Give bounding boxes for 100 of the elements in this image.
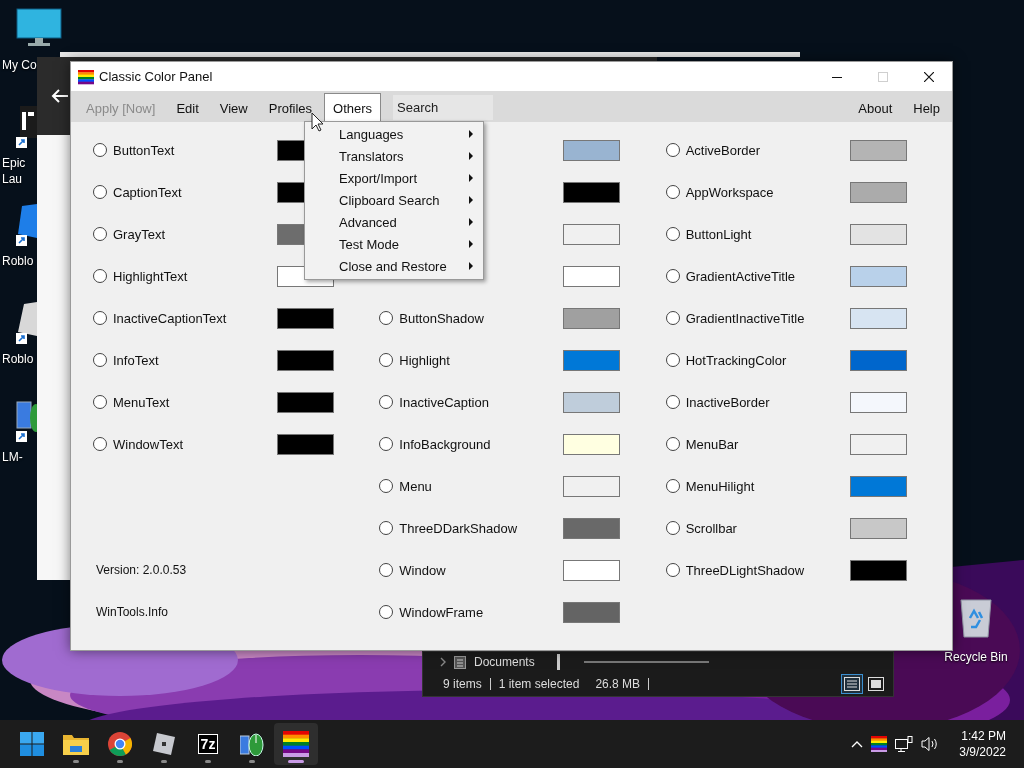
radio-button[interactable] bbox=[379, 479, 394, 493]
menu-item[interactable]: Help bbox=[904, 93, 949, 122]
color-swatch[interactable] bbox=[849, 475, 907, 497]
menu-item[interactable]: Test Mode bbox=[305, 233, 483, 255]
recycle-bin-icon[interactable] bbox=[958, 596, 994, 638]
rainbow-flag-icon[interactable] bbox=[871, 736, 888, 752]
color-swatch[interactable] bbox=[563, 307, 621, 329]
monitor-icon[interactable] bbox=[16, 8, 62, 48]
color-swatch[interactable] bbox=[563, 433, 621, 455]
menu-item[interactable]: Advanced bbox=[305, 211, 483, 233]
chevron-up-icon[interactable] bbox=[851, 740, 864, 748]
clock-date[interactable]: 3/9/2022 bbox=[959, 744, 1006, 760]
color-swatch[interactable] bbox=[563, 601, 621, 623]
color-swatch[interactable] bbox=[277, 433, 334, 455]
color-swatch[interactable] bbox=[563, 517, 621, 539]
radio-button[interactable] bbox=[379, 311, 394, 325]
radio-button[interactable] bbox=[665, 437, 680, 451]
website-text: WinTools.Info bbox=[95, 604, 170, 621]
radio-button[interactable] bbox=[665, 227, 680, 241]
menu-item[interactable]: Translators bbox=[305, 145, 483, 167]
radio-button[interactable] bbox=[665, 521, 680, 535]
color-name: ThreeDLightShadow bbox=[685, 562, 806, 578]
color-swatch[interactable] bbox=[277, 349, 334, 371]
radio-button[interactable] bbox=[665, 269, 680, 283]
color-swatch[interactable] bbox=[849, 265, 907, 287]
details-view-button[interactable] bbox=[841, 674, 863, 694]
color-swatch[interactable] bbox=[277, 391, 334, 413]
radio-button[interactable] bbox=[379, 437, 394, 451]
document-icon bbox=[454, 655, 466, 669]
radio-button[interactable] bbox=[93, 395, 107, 409]
menu-item[interactable]: Languages bbox=[305, 123, 483, 145]
menu-item[interactable]: Clipboard Search bbox=[305, 189, 483, 211]
back-arrow-icon[interactable] bbox=[51, 89, 69, 103]
radio-button[interactable] bbox=[93, 227, 107, 241]
radio-button[interactable] bbox=[93, 437, 107, 451]
radio-button[interactable] bbox=[93, 353, 107, 367]
version-text: Version: 2.0.0.53 bbox=[95, 562, 188, 579]
color-swatch[interactable] bbox=[849, 139, 907, 161]
color-name: ActiveBorder bbox=[685, 142, 762, 158]
clock-time[interactable]: 1:42 PM bbox=[961, 728, 1006, 744]
color-swatch[interactable] bbox=[563, 391, 621, 413]
taskbar-button[interactable]: 7z bbox=[186, 723, 230, 765]
launcher-icon[interactable] bbox=[16, 106, 37, 150]
radio-button[interactable] bbox=[379, 353, 394, 367]
tilted-square-icon[interactable] bbox=[16, 302, 37, 346]
color-name: WindowText bbox=[113, 436, 185, 452]
color-swatch[interactable] bbox=[563, 265, 621, 287]
menu-item[interactable]: View bbox=[210, 93, 257, 122]
menu-item[interactable]: Others bbox=[324, 93, 382, 122]
radio-button[interactable] bbox=[665, 563, 680, 577]
radio-button[interactable] bbox=[93, 185, 107, 199]
radio-button[interactable] bbox=[665, 353, 680, 367]
color-name: Menu bbox=[399, 478, 433, 494]
radio-button[interactable] bbox=[379, 605, 394, 619]
color-swatch[interactable] bbox=[563, 181, 621, 203]
color-name: InactiveCaptionText bbox=[113, 310, 228, 326]
color-swatch[interactable] bbox=[849, 223, 907, 245]
menu-item[interactable]: Profiles bbox=[259, 93, 322, 122]
radio-button[interactable] bbox=[379, 521, 394, 535]
color-swatch[interactable] bbox=[563, 559, 621, 581]
monitor-mouse-icon[interactable] bbox=[16, 400, 37, 444]
radio-button[interactable] bbox=[665, 185, 680, 199]
radio-button[interactable] bbox=[93, 143, 107, 157]
radio-button[interactable] bbox=[93, 269, 107, 283]
network-icon[interactable] bbox=[895, 736, 914, 752]
radio-button[interactable] bbox=[665, 311, 680, 325]
radio-button[interactable] bbox=[665, 479, 680, 493]
color-swatch[interactable] bbox=[563, 475, 621, 497]
folder-icon bbox=[63, 733, 89, 755]
color-swatch[interactable] bbox=[563, 139, 621, 161]
tilted-square-icon[interactable] bbox=[16, 204, 37, 248]
radio-button[interactable] bbox=[379, 563, 394, 577]
menu-item[interactable]: Close and Restore bbox=[305, 255, 483, 277]
color-swatch[interactable] bbox=[849, 559, 907, 581]
volume-icon[interactable] bbox=[921, 736, 940, 752]
color-swatch[interactable] bbox=[849, 307, 907, 329]
search-field[interactable]: Search bbox=[393, 95, 494, 120]
color-swatch[interactable] bbox=[563, 349, 621, 371]
menu-item[interactable]: About bbox=[849, 93, 902, 122]
color-swatch[interactable] bbox=[849, 391, 907, 413]
chevron-right-icon[interactable] bbox=[440, 657, 446, 667]
color-swatch[interactable] bbox=[849, 181, 907, 203]
color-name: GradientActiveTitle bbox=[685, 268, 796, 284]
radio-button[interactable] bbox=[665, 395, 680, 409]
splitter-handle[interactable] bbox=[556, 654, 560, 670]
color-swatch[interactable] bbox=[277, 307, 334, 329]
taskbar-button[interactable] bbox=[274, 723, 318, 765]
color-swatch[interactable] bbox=[563, 223, 621, 245]
color-swatch[interactable] bbox=[849, 433, 907, 455]
breadcrumb-item[interactable]: Documents bbox=[474, 655, 535, 669]
color-swatch[interactable] bbox=[849, 517, 907, 539]
menu-item[interactable]: Edit bbox=[167, 93, 208, 122]
menu-item[interactable]: Export/Import bbox=[305, 167, 483, 189]
color-name: ButtonLight bbox=[685, 226, 753, 242]
radio-button[interactable] bbox=[379, 395, 394, 409]
tiles-view-button[interactable] bbox=[865, 674, 887, 694]
color-name: InfoBackground bbox=[399, 436, 492, 452]
color-swatch[interactable] bbox=[849, 349, 907, 371]
radio-button[interactable] bbox=[93, 311, 107, 325]
radio-button[interactable] bbox=[665, 143, 680, 157]
